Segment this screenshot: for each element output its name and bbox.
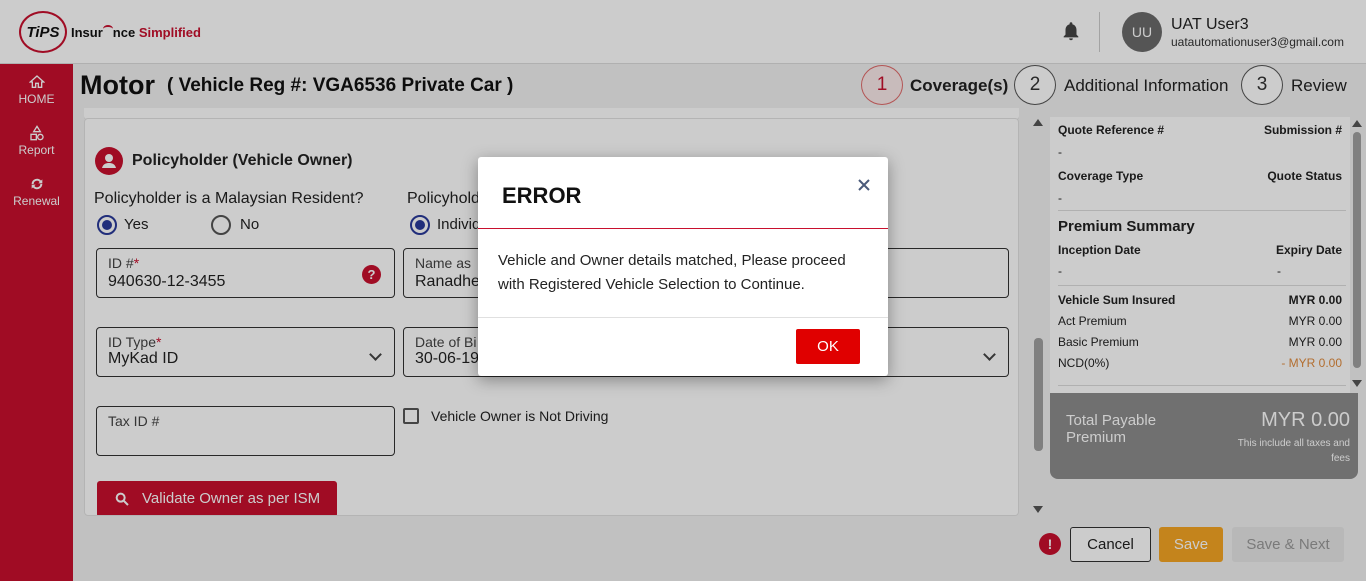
dialog-message: Vehicle and Owner details matched, Pleas… xyxy=(498,252,846,293)
dialog-footer-rule xyxy=(478,317,888,318)
dialog-title-rule xyxy=(478,228,888,229)
dialog-title: ERROR xyxy=(502,183,582,208)
close-icon[interactable] xyxy=(856,177,872,193)
error-dialog: ERROR Vehicle and Owner details matched,… xyxy=(478,157,888,376)
ok-button[interactable]: OK xyxy=(796,329,860,364)
